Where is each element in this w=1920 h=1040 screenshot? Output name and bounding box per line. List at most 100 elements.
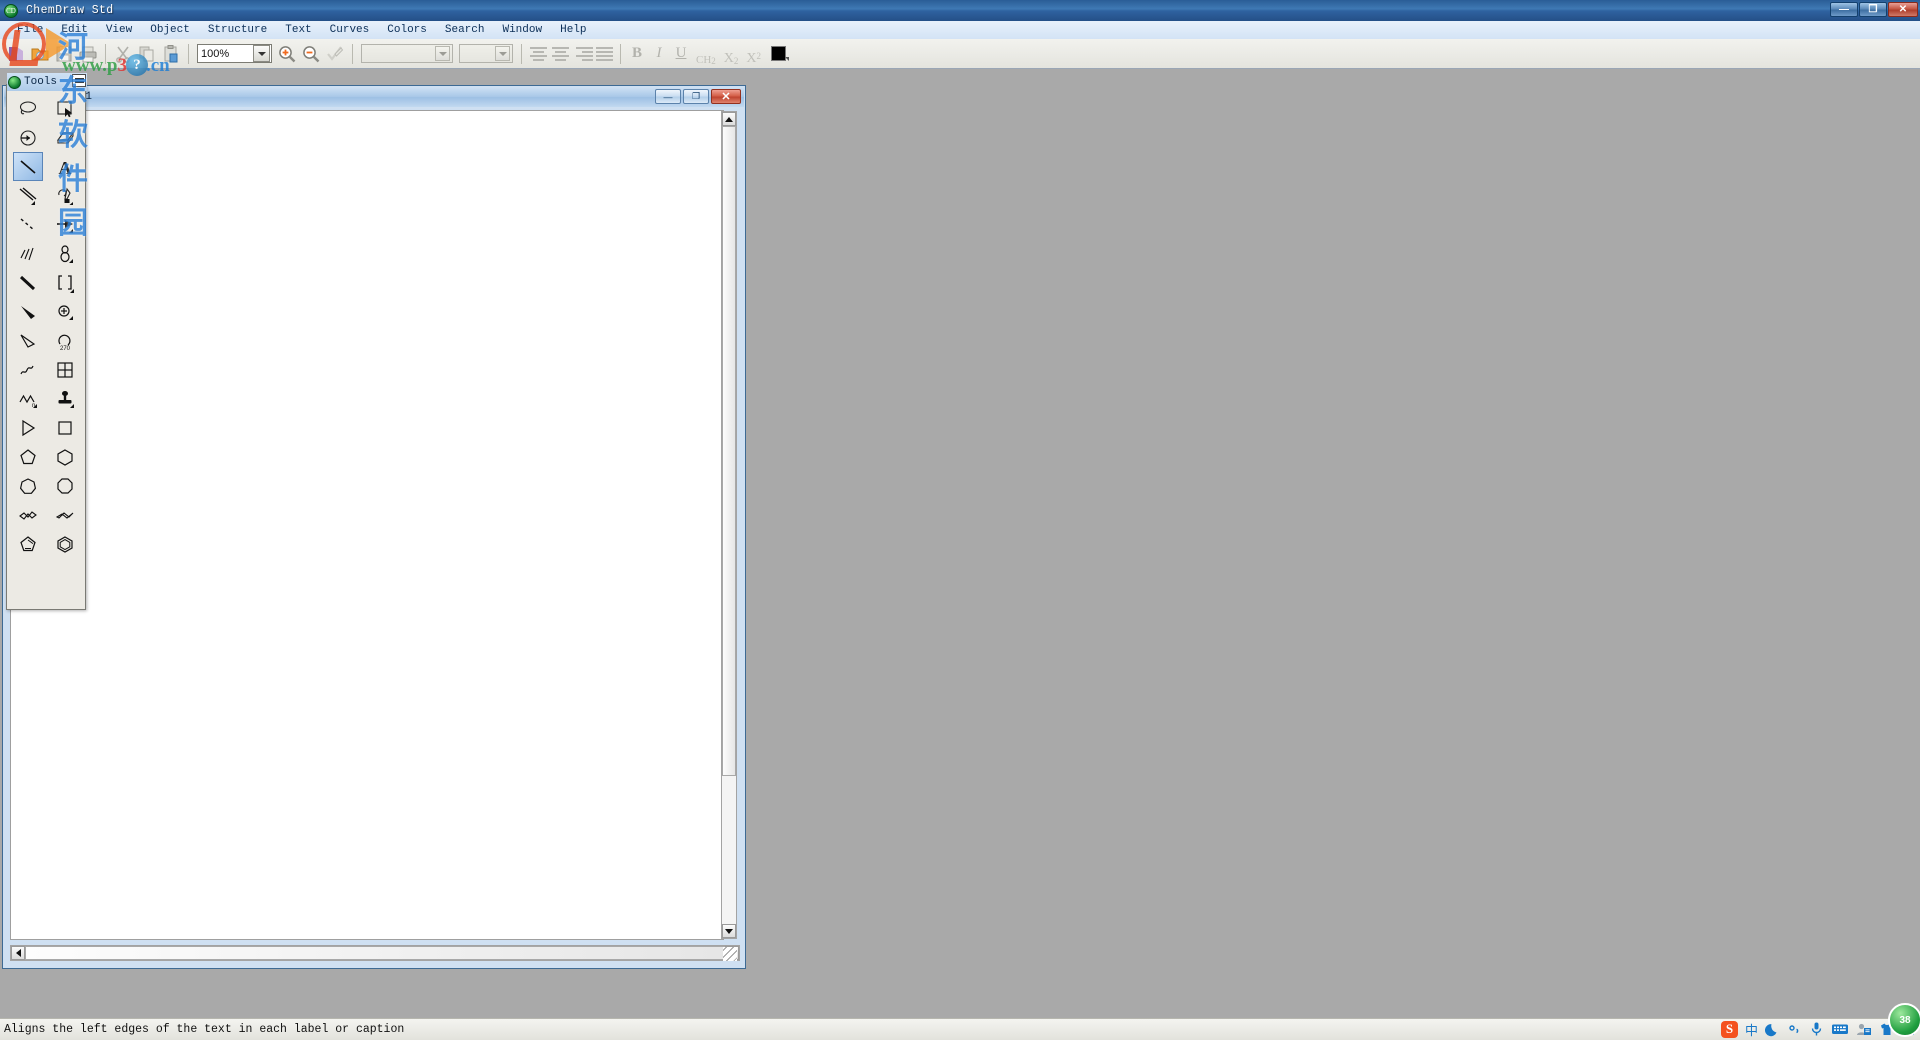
vertical-scroll-track[interactable] — [722, 776, 736, 924]
chevron-down-icon[interactable] — [253, 45, 270, 62]
hollow-wedge-bond-tool[interactable] — [13, 326, 43, 355]
menu-help[interactable]: Help — [551, 23, 595, 37]
menu-window[interactable]: Window — [493, 23, 551, 37]
drawing-canvas[interactable] — [10, 110, 724, 940]
chinese-input-mode-icon[interactable]: 中 — [1745, 1020, 1758, 1039]
menu-object[interactable]: Object — [141, 23, 199, 37]
app-minimize-button[interactable]: — — [1830, 2, 1858, 17]
octagon-outline-icon — [56, 477, 73, 494]
charge-tool[interactable] — [50, 297, 80, 326]
align-justify-button[interactable] — [593, 43, 615, 65]
cyclooctane-tool[interactable] — [50, 471, 80, 500]
zoom-in-button[interactable] — [275, 42, 299, 66]
cyclobutane-tool[interactable] — [50, 413, 80, 442]
formula-button[interactable]: CH 2 — [692, 42, 720, 66]
rectangle-eraser-tool[interactable] — [50, 123, 80, 152]
lasso-icon — [19, 100, 36, 114]
toolbar-separator — [105, 43, 106, 64]
menu-view[interactable]: View — [97, 23, 141, 37]
microphone-icon[interactable] — [1809, 1021, 1824, 1037]
new-document-button[interactable] — [4, 42, 28, 66]
benzene-tool[interactable] — [50, 529, 80, 558]
lasso-select-tool[interactable] — [13, 94, 43, 123]
pen-tool[interactable] — [50, 181, 80, 210]
superscript-button[interactable]: X2 — [742, 42, 765, 66]
print-document-button[interactable] — [76, 42, 100, 66]
zoom-out-button[interactable] — [299, 42, 323, 66]
save-document-button[interactable] — [52, 42, 76, 66]
bold-button[interactable]: B — [626, 42, 648, 66]
soft-keyboard-icon[interactable] — [1831, 1022, 1849, 1036]
mdi-client-area: Document-1 — ❐ ✕ — [0, 70, 1920, 1010]
zoom-level-combo[interactable]: 100% — [197, 44, 272, 63]
hashed-bond-tool[interactable] — [13, 239, 43, 268]
document-restore-button[interactable]: ❐ — [683, 89, 709, 104]
align-right-button[interactable] — [571, 43, 593, 65]
vertical-scroll-thumb[interactable] — [722, 126, 736, 776]
menu-structure[interactable]: Structure — [199, 23, 276, 37]
eraser-tool[interactable] — [13, 123, 43, 152]
acyclic-chain-tool[interactable] — [13, 413, 43, 442]
align-left-button[interactable] — [527, 43, 549, 65]
solid-bond-tool[interactable] — [12, 152, 43, 181]
menu-search[interactable]: Search — [436, 23, 494, 37]
menu-edit[interactable]: Edit — [52, 23, 96, 37]
menu-colors[interactable]: Colors — [378, 23, 436, 37]
chair-ring-tool[interactable] — [13, 500, 43, 529]
copy-button[interactable] — [135, 42, 159, 66]
font-family-combo[interactable] — [361, 44, 453, 63]
bracket-tool[interactable] — [50, 268, 80, 297]
wedged-bond-tool[interactable] — [13, 297, 43, 326]
punctuation-mode-icon[interactable] — [1787, 1022, 1802, 1037]
sogou-ime-icon[interactable]: S — [1720, 1020, 1738, 1038]
moon-icon[interactable] — [1765, 1022, 1780, 1037]
spellcheck-button[interactable] — [323, 42, 347, 66]
resize-grip[interactable] — [723, 947, 737, 961]
dashed-bond-tool[interactable] — [13, 210, 43, 239]
cyclopentane-tool[interactable] — [13, 442, 43, 471]
tools-palette-close-button[interactable] — [72, 74, 86, 87]
open-document-button[interactable] — [28, 42, 52, 66]
paste-button[interactable] — [159, 42, 183, 66]
italic-button[interactable]: I — [648, 42, 670, 66]
bold-bond-tool[interactable] — [13, 268, 43, 297]
menu-file[interactable]: File — [8, 23, 52, 37]
arc-270-tool[interactable]: 270 — [50, 326, 80, 355]
canvas-vertical-scrollbar[interactable] — [721, 111, 737, 939]
font-size-combo[interactable] — [459, 44, 513, 63]
text-tool[interactable]: A — [50, 152, 80, 181]
document-minimize-button[interactable]: — — [655, 89, 681, 104]
floating-badge[interactable]: 38 — [1888, 1003, 1920, 1037]
multiple-bond-tool[interactable] — [13, 181, 43, 210]
cyclopentadiene-tool[interactable] — [13, 529, 43, 558]
tlc-plate-tool[interactable] — [50, 384, 80, 413]
subscript-button[interactable]: X2 — [720, 42, 743, 66]
cyclohexane-tool[interactable] — [50, 442, 80, 471]
arrow-tool[interactable] — [50, 210, 80, 239]
orbital-tool[interactable] — [50, 239, 80, 268]
canvas-horizontal-scrollbar[interactable] — [10, 945, 740, 961]
user-panel-icon[interactable] — [1856, 1022, 1872, 1037]
cycloheptane-tool[interactable] — [13, 471, 43, 500]
horizontal-scroll-thumb[interactable] — [25, 946, 725, 960]
scroll-left-button[interactable] — [11, 946, 25, 960]
text-color-swatch[interactable] — [771, 46, 790, 61]
chain-tool[interactable]: n — [13, 384, 43, 413]
app-restore-button[interactable]: ❐ — [1859, 2, 1887, 17]
canvas-page[interactable] — [11, 111, 723, 939]
chevron-down-icon[interactable] — [495, 46, 510, 61]
scroll-down-button[interactable] — [722, 924, 736, 938]
chair-ring-alt-tool[interactable] — [50, 500, 80, 529]
squiggle-bond-tool[interactable] — [13, 355, 43, 384]
chevron-down-icon[interactable] — [435, 46, 450, 61]
menu-text[interactable]: Text — [276, 23, 320, 37]
menu-curves[interactable]: Curves — [321, 23, 379, 37]
document-close-button[interactable]: ✕ — [711, 89, 741, 104]
table-tool[interactable] — [50, 355, 80, 384]
underline-button[interactable]: U — [670, 42, 692, 66]
align-center-button[interactable] — [549, 43, 571, 65]
app-close-button[interactable]: ✕ — [1888, 2, 1918, 17]
scroll-up-button[interactable] — [722, 112, 736, 126]
marquee-select-tool[interactable] — [50, 94, 80, 123]
cut-button[interactable] — [111, 42, 135, 66]
